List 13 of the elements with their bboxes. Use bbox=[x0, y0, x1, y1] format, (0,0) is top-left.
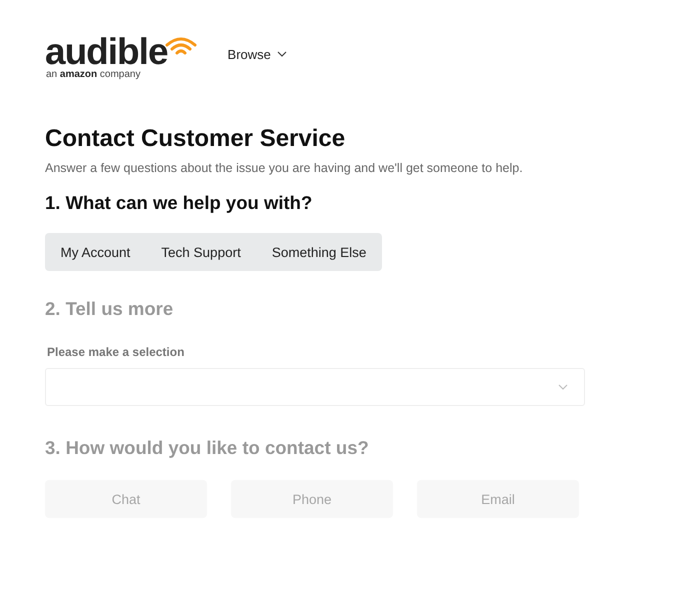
step-heading: 1. What can we help you with? bbox=[45, 191, 314, 215]
option-button[interactable]: My Account bbox=[45, 233, 146, 271]
page-title: Contact Customer Service bbox=[45, 125, 346, 153]
page-subtitle: Answer a few questions about the issue you are having and we'll get someone to help. bbox=[45, 161, 524, 175]
chevron-icon bbox=[558, 384, 568, 390]
option-button[interactable]: Tech Support bbox=[146, 233, 256, 271]
step-heading: 2. Tell us more bbox=[45, 297, 174, 321]
option-button[interactable]: Something Else bbox=[256, 233, 382, 271]
step-heading: 3. How would you like to contact us? bbox=[45, 436, 370, 460]
logo-tagline: an amazon company bbox=[46, 69, 142, 81]
logo-wordmark: audible bbox=[45, 35, 168, 69]
browse-menu[interactable]: Browse bbox=[228, 46, 287, 62]
field-label: Please make a selection bbox=[47, 345, 186, 359]
